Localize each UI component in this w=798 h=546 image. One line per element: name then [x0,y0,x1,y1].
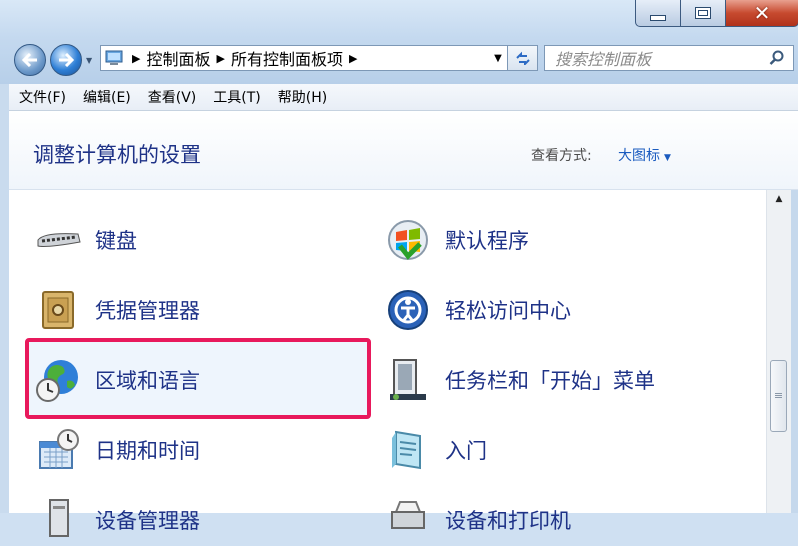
scroll-up-arrow-icon[interactable]: ▲ [767,194,791,214]
navigation-bar: ▼ ▶ 控制面板 ▶ 所有控制面板项 ▶ ▼ 搜索控制面板 [0,42,798,76]
view-by-dropdown[interactable]: 大图标 ▼ [618,145,671,165]
item-devices-printers[interactable]: 设备和打印机 [383,494,571,546]
view-by-label: 查看方式: [531,148,592,164]
back-button[interactable] [14,44,46,76]
address-dropdown-icon[interactable]: ▼ [489,53,507,64]
forward-button[interactable] [50,44,82,76]
menu-tools[interactable]: 工具(T) [202,87,266,107]
menu-bar: 文件(F) 编辑(E) 查看(V) 工具(T) 帮助(H) [9,84,798,111]
view-by-value: 大图标 [618,148,660,164]
history-dropdown-icon[interactable]: ▼ [86,56,96,66]
vertical-scrollbar[interactable]: ▲ [766,190,791,513]
breadcrumb-all-items[interactable]: 所有控制面板项 [231,46,343,70]
scrollbar-thumb[interactable] [770,360,787,432]
page-title: 调整计算机的设置 [33,143,201,167]
control-panel-icon [105,50,123,65]
item-label: 入门 [445,439,487,463]
item-region-language[interactable]: 区域和语言 [33,354,200,406]
close-icon: ✕ [753,1,771,25]
menu-edit[interactable]: 编辑(E) [72,87,137,107]
search-icon[interactable] [769,50,785,66]
date-time-icon [33,425,83,475]
getting-started-icon [383,425,433,475]
item-label: 凭据管理器 [95,299,200,323]
default-programs-icon [383,215,433,265]
item-label: 日期和时间 [95,439,200,463]
breadcrumb-control-panel[interactable]: 控制面板 [146,46,210,70]
breadcrumb-separator-icon: ▶ [132,51,141,65]
item-label: 区域和语言 [95,369,200,393]
page-header: 调整计算机的设置 查看方式: 大图标 ▼ [9,111,798,190]
item-date-time[interactable]: 日期和时间 [33,424,200,476]
menu-help[interactable]: 帮助(H) [267,87,333,107]
search-box[interactable]: 搜索控制面板 [544,45,794,71]
region-language-icon [33,355,83,405]
address-bar[interactable]: ▶ 控制面板 ▶ 所有控制面板项 ▶ ▼ [100,45,508,71]
item-ease-of-access[interactable]: 轻松访问中心 [383,284,571,336]
item-keyboard[interactable]: 键盘 [33,214,137,266]
device-manager-icon [33,495,83,545]
taskbar-start-menu-icon [383,355,433,405]
window-left-border [0,84,9,513]
breadcrumb-separator-icon: ▶ [216,51,225,65]
menu-view[interactable]: 查看(V) [137,87,203,107]
item-label: 设备和打印机 [445,509,571,533]
item-label: 默认程序 [445,229,529,253]
maximize-button[interactable] [681,0,726,27]
chevron-down-icon: ▼ [664,153,671,163]
item-getting-started[interactable]: 入门 [383,424,487,476]
item-label: 任务栏和「开始」菜单 [445,369,655,393]
forward-arrow-icon [59,53,74,67]
maximize-icon [695,7,711,19]
item-label: 键盘 [95,229,137,253]
control-panel-items: 键盘 默认程序 凭据管理器 轻松访问中心 区域和语言 任务栏和「开始」菜单 日期… [9,190,766,537]
item-label: 轻松访问中心 [445,299,571,323]
ease-of-access-icon [383,285,433,335]
item-label: 设备管理器 [95,509,200,533]
grip-icon [775,393,782,399]
caption-buttons: ✕ [635,0,798,28]
close-button[interactable]: ✕ [726,0,798,27]
credential-manager-icon [33,285,83,335]
item-device-manager[interactable]: 设备管理器 [33,494,200,546]
devices-printers-icon [383,495,433,545]
item-credential-manager[interactable]: 凭据管理器 [33,284,200,336]
minimize-button[interactable] [635,0,681,27]
keyboard-icon [33,215,83,265]
item-default-programs[interactable]: 默认程序 [383,214,529,266]
item-taskbar-start-menu[interactable]: 任务栏和「开始」菜单 [383,354,655,406]
search-placeholder: 搜索控制面板 [555,50,652,69]
refresh-button[interactable] [508,45,538,71]
refresh-icon [515,51,530,65]
minimize-icon [650,14,666,21]
menu-file[interactable]: 文件(F) [9,87,72,107]
back-arrow-icon [22,53,37,67]
breadcrumb-separator-icon[interactable]: ▶ [349,52,357,65]
